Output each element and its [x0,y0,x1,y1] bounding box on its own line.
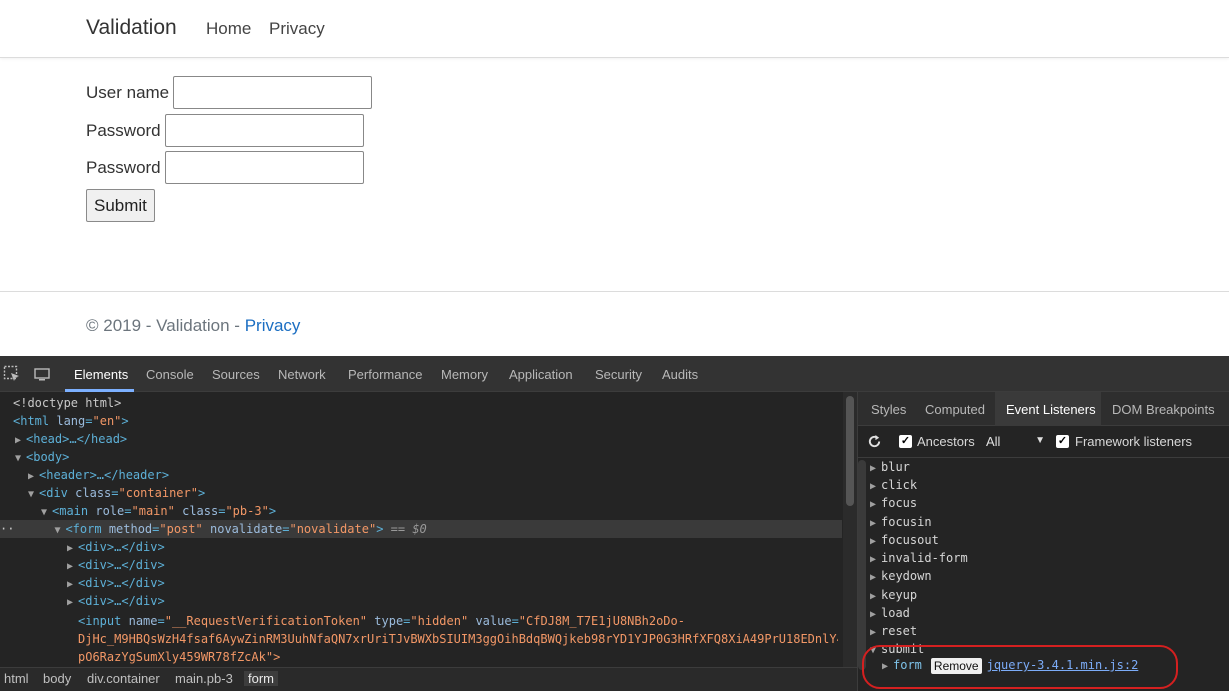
password-label: Password [86,120,161,140]
breadcrumb-form[interactable]: form [244,671,278,686]
footer-privacy-link[interactable]: Privacy [245,316,301,335]
remove-listener-button[interactable]: Remove [930,657,982,674]
dom-tree: <!doctype html> <html lang="en"> ▶ <head>… [0,392,857,667]
breadcrumb-main[interactable]: main.pb-3 [171,671,237,686]
ancestors-label: Ancestors [917,434,975,449]
nav-home-link[interactable]: Home [206,19,251,39]
listener-keyup[interactable]: ▶ keyup [870,586,917,604]
submit-button[interactable]: Submit [86,189,155,222]
dom-node-input-token-cont-2: pO6RazYgSumXly459WR78fZcAk"> [78,650,281,664]
breadcrumb-body[interactable]: body [39,671,75,686]
dom-node-main[interactable]: ▼ <main role="main" class="pb-3"> [41,502,276,520]
tab-dom-breakpoints[interactable]: DOM Breakpoints [1112,402,1215,417]
listener-target: form [893,658,922,672]
tab-sources[interactable]: Sources [212,367,260,382]
breadcrumb: html body div.container main.pb-3 form [0,667,857,691]
expand-triangle-icon[interactable]: ▶ [67,594,78,612]
footer-copyright: © 2019 - Validation - [86,316,245,335]
dom-node-div-3[interactable]: ▶ <div>…</div> [67,574,165,592]
tab-console[interactable]: Console [146,367,194,382]
inspect-element-icon[interactable] [3,365,21,383]
password-confirm-label: Password [86,157,161,177]
tab-event-listeners[interactable]: Event Listeners [1006,402,1096,417]
password-input[interactable] [164,114,364,147]
dom-node-form-selected[interactable]: ·· ▼ <form method="post" novalidate="noval… [0,520,842,538]
username-row: User name [86,76,373,109]
dropdown-arrow-icon: ▼ [1035,435,1045,446]
breadcrumb-html[interactable]: html [0,671,33,686]
dom-node-div-container[interactable]: ▼ <div class="container"> [28,484,205,502]
collapse-triangle-icon[interactable]: ▼ [870,642,881,660]
username-label: User name [86,82,170,102]
sidebar-pane: Styles Computed Event Listeners DOM Brea… [858,392,1229,691]
tab-network[interactable]: Network [278,367,326,382]
tab-memory[interactable]: Memory [441,367,488,382]
username-input[interactable] [173,76,373,109]
listener-focusin[interactable]: ▶ focusin [870,513,932,531]
tab-styles[interactable]: Styles [871,402,906,417]
tab-application[interactable]: Application [509,367,573,382]
password-confirm-row: Password [86,151,364,184]
collapse-triangle-icon[interactable]: ▼ [54,522,65,540]
listener-filter-select[interactable]: All ▼ [982,431,1048,453]
tab-computed[interactable]: Computed [925,402,985,417]
listener-submit-form-entry[interactable]: ▶ form Remove jquery-3.4.1.min.js:2 [882,656,1138,674]
collapse-triangle-icon[interactable]: ▼ [28,486,39,504]
tab-performance[interactable]: Performance [348,367,422,382]
framework-listeners-checkbox[interactable]: ✓ [1056,435,1069,448]
dom-node-body[interactable]: ▼ <body> [15,448,69,466]
web-page: Validation Home Privacy User name Passwo… [0,0,1229,356]
devtools-tabbar: Elements Console Sources Network Perform… [0,356,1229,392]
password-row: Password [86,114,364,147]
dom-node-header[interactable]: ▶ <header>…</header> [28,466,169,484]
sidebar-tabbar: Styles Computed Event Listeners DOM Brea… [858,392,1229,426]
password-confirm-input[interactable] [164,151,364,184]
footer: © 2019 - Validation - Privacy [0,291,1229,356]
listener-blur[interactable]: ▶ blur [870,458,910,476]
event-listeners-toolbar: ✓ Ancestors All ▼ ✓ Framework listeners [858,426,1229,458]
dom-node-div-1[interactable]: ▶ <div>…</div> [67,538,165,556]
brand-link[interactable]: Validation [86,16,177,40]
listener-reset[interactable]: ▶ reset [870,622,917,640]
dom-node-input-token[interactable]: <input name="__RequestVerificationToken"… [78,612,685,630]
ancestors-checkbox[interactable]: ✓ [899,435,912,448]
framework-listeners-label: Framework listeners [1075,434,1193,449]
scroll-thumb[interactable] [846,396,854,506]
listener-load[interactable]: ▶ load [870,604,910,622]
listener-focusout[interactable]: ▶ focusout [870,531,939,549]
navbar: Validation Home Privacy [0,0,1229,58]
dom-tree-scrollbar[interactable] [843,392,857,667]
breadcrumb-div-container[interactable]: div.container [83,671,164,686]
nav-privacy-link[interactable]: Privacy [269,19,325,39]
expand-triangle-icon[interactable]: ▶ [882,658,893,676]
refresh-icon[interactable] [867,434,882,449]
dom-node-head[interactable]: ▶ <head>…</head> [15,430,127,448]
tab-security[interactable]: Security [595,367,642,382]
expand-triangle-icon[interactable]: ▶ [870,569,881,587]
devtools-panel: Elements Console Sources Network Perform… [0,356,1229,691]
dom-node-div-4[interactable]: ▶ <div>…</div> [67,592,165,610]
listener-keydown[interactable]: ▶ keydown [870,567,932,585]
device-toolbar-icon[interactable] [34,365,52,383]
expand-triangle-icon[interactable]: ▶ [870,496,881,514]
collapse-triangle-icon[interactable]: ▼ [15,450,26,468]
listener-scrollbar[interactable] [858,460,866,670]
dom-node-input-token-cont-1: DjHc_M9HBQsWzH4fsaf6AywZinRM3UuhNfaQN7xr… [78,632,838,646]
listener-focus[interactable]: ▶ focus [870,494,917,512]
dom-node-doctype[interactable]: <!doctype html> [13,394,121,412]
listener-invalid-form[interactable]: ▶ invalid-form [870,549,968,567]
tab-audits[interactable]: Audits [662,367,698,382]
tab-elements[interactable]: Elements [74,367,128,382]
dom-node-div-2[interactable]: ▶ <div>…</div> [67,556,165,574]
filter-value: All [986,434,1001,449]
listener-source-link[interactable]: jquery-3.4.1.min.js:2 [987,658,1139,672]
listener-click[interactable]: ▶ click [870,476,917,494]
dom-node-html[interactable]: <html lang="en"> [13,412,129,430]
footer-text: © 2019 - Validation - Privacy [86,316,300,336]
